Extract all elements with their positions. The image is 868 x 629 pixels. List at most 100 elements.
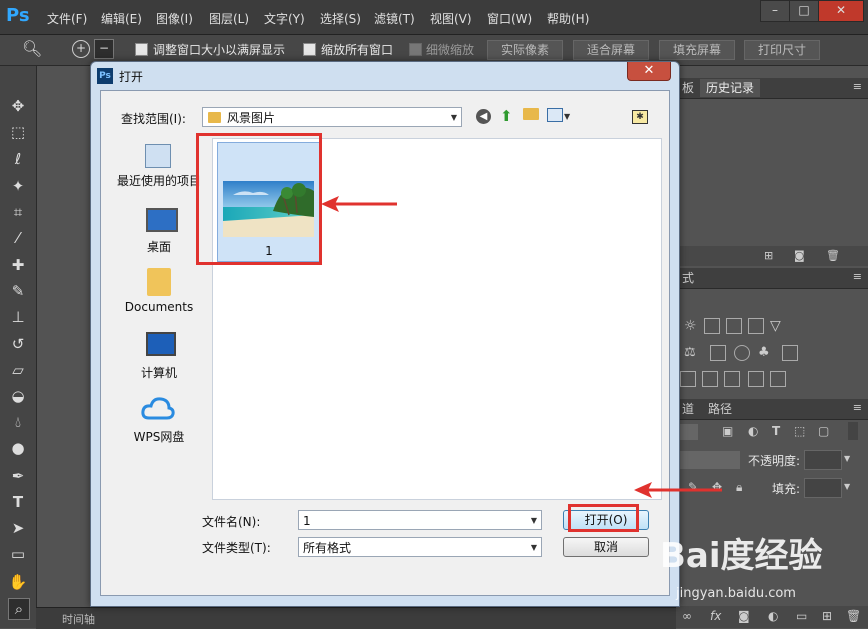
print-size-button[interactable]: 打印尺寸 [744, 40, 820, 60]
levels-icon[interactable] [704, 318, 720, 334]
vibrance-icon[interactable]: ▽ [770, 318, 784, 334]
place-documents[interactable]: Documents [111, 264, 207, 320]
zoom-tool-icon[interactable]: 🔍︎ [22, 39, 42, 58]
place-desktop[interactable]: 桌面 [111, 204, 207, 256]
restore-button[interactable]: □ [789, 0, 819, 22]
brush-tool-icon[interactable]: ✎ [8, 281, 28, 301]
menu-layer[interactable]: 图层(L) [209, 10, 249, 27]
color-balance-icon[interactable]: ⚖ [684, 345, 698, 360]
new-folder-icon[interactable] [523, 108, 539, 120]
black-white-icon[interactable] [710, 345, 726, 361]
dialog-close-button[interactable]: ✕ [627, 62, 671, 81]
menu-window[interactable]: 窗口(W) [487, 10, 532, 27]
selective-color-icon[interactable] [770, 371, 786, 387]
delete-layer-icon[interactable]: 🗑︎ [846, 609, 861, 623]
place-computer[interactable]: 计算机 [111, 328, 207, 380]
close-button[interactable]: ✕ [818, 0, 864, 22]
curves-icon[interactable] [726, 318, 742, 334]
filetype-select[interactable]: 所有格式 ▼ [298, 537, 542, 557]
timeline-label[interactable]: 时间轴 [62, 611, 95, 627]
lock-all-icon[interactable]: 🔒︎ [736, 480, 742, 495]
fit-screen-button[interactable]: 适合屏幕 [573, 40, 649, 60]
opacity-input[interactable] [804, 450, 842, 470]
mask-icon[interactable]: ◙ [738, 609, 750, 623]
zoom-tool-active-icon[interactable]: ⌕ [8, 598, 30, 620]
preview-toggle-icon[interactable]: ✱ [632, 110, 648, 124]
lasso-tool-icon[interactable]: ℓ [8, 149, 28, 169]
posterize-icon[interactable] [702, 371, 718, 387]
filter-shape-icon[interactable]: ⬚ [794, 424, 805, 438]
threshold-icon[interactable] [724, 371, 740, 387]
scrubby-zoom-checkbox[interactable] [409, 43, 422, 56]
fill-screen-button[interactable]: 填充屏幕 [659, 40, 735, 60]
crop-tool-icon[interactable]: ⌗ [8, 202, 28, 222]
up-folder-icon[interactable]: ⬆ [500, 107, 513, 125]
type-tool-icon[interactable]: T [8, 492, 28, 512]
fill-input[interactable] [804, 478, 842, 498]
panel-menu-icon[interactable]: ≡ [853, 270, 862, 283]
blend-mode-select[interactable] [680, 451, 740, 469]
file-list[interactable]: 1 [196, 133, 662, 500]
color-lookup-icon[interactable] [782, 345, 798, 361]
link-layers-icon[interactable]: ∞ [682, 609, 692, 623]
minimize-button[interactable]: – [760, 0, 790, 22]
channel-mixer-icon[interactable]: ♣ [758, 345, 772, 360]
menu-filter[interactable]: 滤镜(T) [374, 10, 415, 27]
healing-brush-tool-icon[interactable]: ✚ [8, 255, 28, 275]
zoom-out-icon[interactable]: − [94, 39, 114, 59]
menu-select[interactable]: 选择(S) [320, 10, 361, 27]
panel-menu-icon[interactable]: ≡ [853, 80, 862, 93]
filter-adjust-icon[interactable]: ◐ [748, 424, 758, 438]
fill-dropdown-icon[interactable]: ▼ [844, 482, 850, 491]
photo-filter-icon[interactable] [734, 345, 750, 361]
filename-input[interactable]: 1 ▼ [298, 510, 542, 530]
pen-tool-icon[interactable]: ✒ [8, 466, 28, 486]
camera-icon[interactable]: ◙ [794, 249, 805, 262]
view-dropdown-icon[interactable]: ▼ [564, 112, 570, 121]
hand-tool-icon[interactable]: ✋ [8, 572, 28, 592]
eraser-tool-icon[interactable]: ▱ [8, 360, 28, 380]
cancel-button[interactable]: 取消 [563, 537, 649, 557]
move-tool-icon[interactable]: ✥ [8, 96, 28, 116]
path-selection-tool-icon[interactable]: ➤ [8, 518, 28, 538]
invert-icon[interactable] [680, 371, 696, 387]
chevron-down-icon[interactable]: ▼ [531, 511, 537, 531]
history-tab[interactable]: 历史记录 [700, 79, 761, 97]
look-in-select[interactable]: 风景图片 ▼ [202, 107, 462, 127]
actual-pixels-button[interactable]: 实际像素 [487, 40, 563, 60]
panel-menu-icon[interactable]: ≡ [853, 401, 862, 414]
resize-window-checkbox[interactable] [135, 43, 148, 56]
view-menu-icon[interactable] [547, 108, 563, 122]
history-brush-tool-icon[interactable]: ↺ [8, 334, 28, 354]
back-icon[interactable]: ◀ [476, 109, 491, 124]
new-layer-icon[interactable]: ⊞ [822, 609, 832, 623]
opacity-dropdown-icon[interactable]: ▼ [844, 454, 850, 463]
eyedropper-tool-icon[interactable]: ⁄ [8, 228, 28, 248]
marquee-tool-icon[interactable]: ⬚ [8, 122, 28, 142]
menu-image[interactable]: 图像(I) [156, 10, 193, 27]
new-snapshot-icon[interactable]: ⊞ [764, 249, 773, 262]
filter-kind-select[interactable] [680, 424, 698, 440]
magic-wand-tool-icon[interactable]: ✦ [8, 176, 28, 196]
gradient-map-icon[interactable] [748, 371, 764, 387]
menu-help[interactable]: 帮助(H) [547, 10, 589, 27]
clone-stamp-tool-icon[interactable]: ⊥ [8, 307, 28, 327]
paths-tab[interactable]: 路径 [702, 400, 738, 418]
menu-file[interactable]: 文件(F) [47, 10, 87, 27]
zoom-in-icon[interactable]: + [72, 40, 90, 58]
exposure-icon[interactable] [748, 318, 764, 334]
trash-icon[interactable]: 🗑︎ [826, 249, 840, 262]
filter-smart-icon[interactable]: ▢ [818, 424, 829, 438]
paint-bucket-tool-icon[interactable]: ◒ [8, 386, 28, 406]
dodge-tool-icon[interactable]: ● [8, 438, 28, 458]
filter-pixel-icon[interactable]: ▣ [722, 424, 733, 438]
fx-icon[interactable]: fx [710, 609, 721, 623]
menu-type[interactable]: 文字(Y) [264, 10, 305, 27]
group-icon[interactable]: ▭ [796, 609, 807, 623]
filter-type-icon[interactable]: T [772, 424, 780, 438]
filter-toggle[interactable] [848, 422, 858, 440]
place-wps-cloud[interactable]: WPS网盘 [111, 390, 207, 446]
menu-edit[interactable]: 编辑(E) [101, 10, 142, 27]
rectangle-tool-icon[interactable]: ▭ [8, 544, 28, 564]
brightness-icon[interactable]: ☼ [684, 318, 698, 334]
